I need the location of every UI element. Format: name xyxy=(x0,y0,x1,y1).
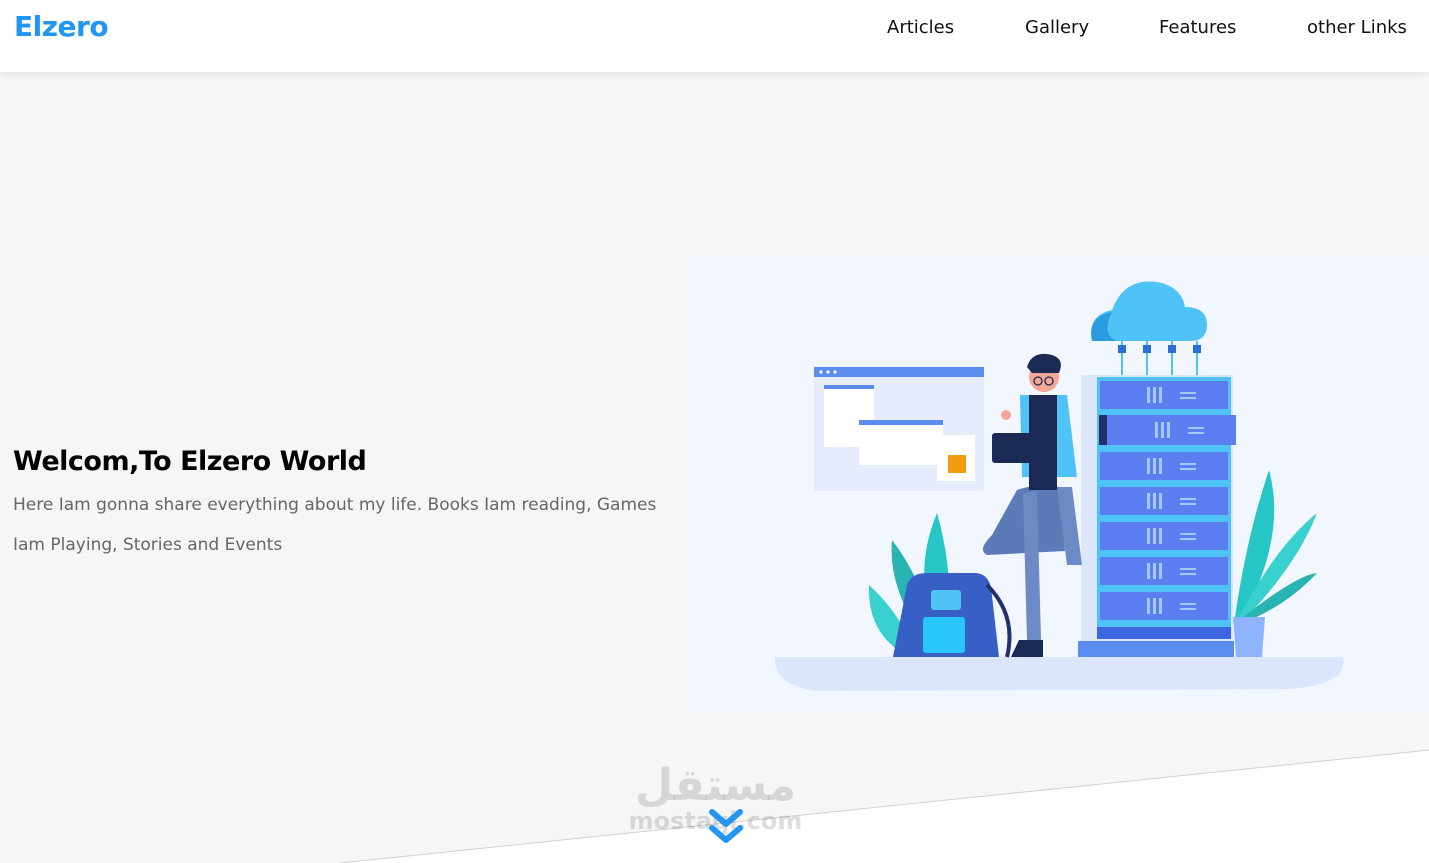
double-chevron-down-icon[interactable] xyxy=(706,806,746,848)
nav-link-gallery[interactable]: Gallery xyxy=(1025,17,1089,38)
hero-description: Here Iam gonna share everything about my… xyxy=(13,495,657,555)
nav-link-other-links[interactable]: other Links xyxy=(1307,17,1407,38)
hero-illustration xyxy=(687,255,1429,711)
nav-link-features[interactable]: Features xyxy=(1159,17,1236,38)
site-header: Elzero Articles Gallery Features other L… xyxy=(0,0,1429,72)
nav-link-articles[interactable]: Articles xyxy=(887,17,954,38)
site-logo[interactable]: Elzero xyxy=(14,10,109,43)
hero-title: Welcom,To Elzero World xyxy=(13,446,367,477)
